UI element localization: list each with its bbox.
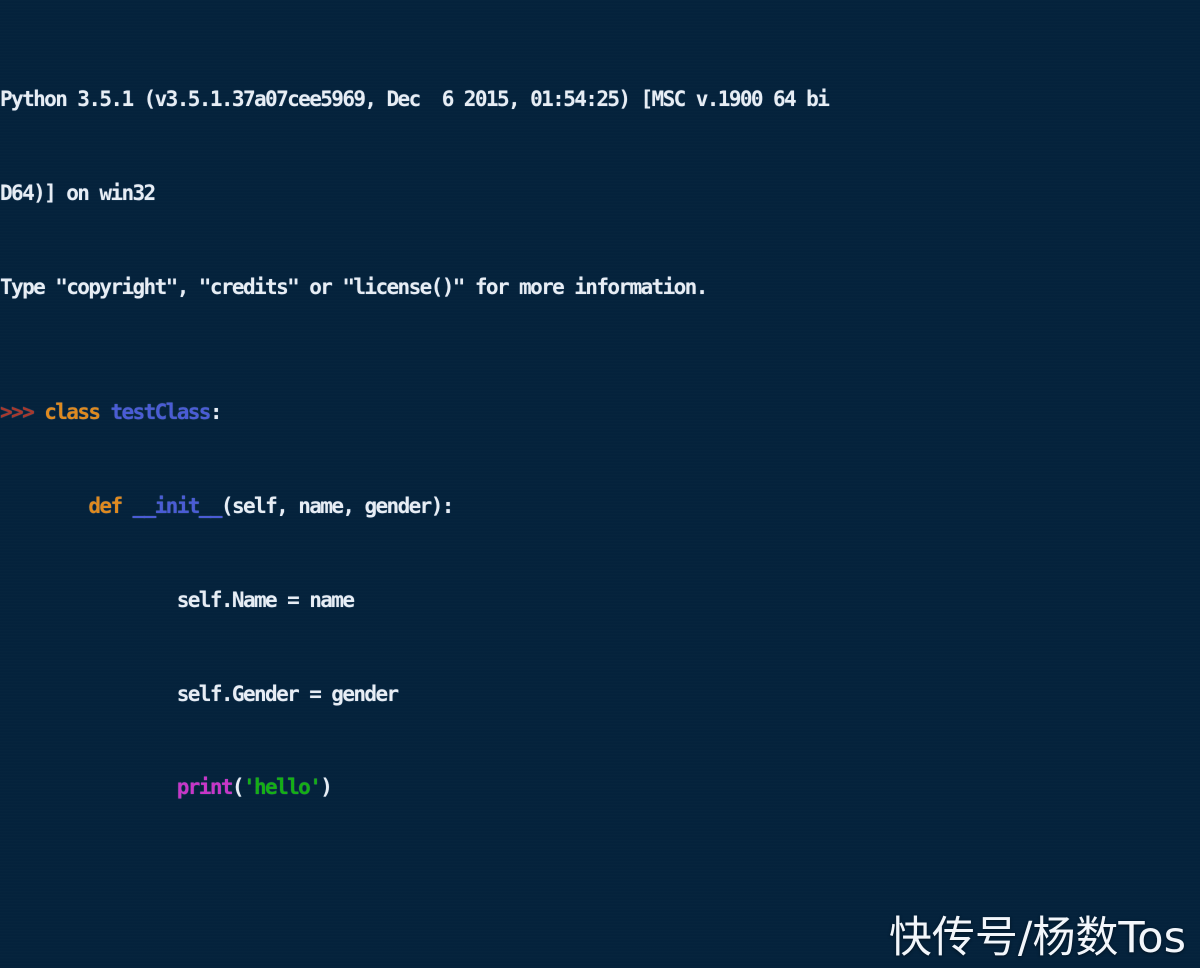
token-str: 'hello': [242, 775, 322, 800]
token-plain: ): [320, 775, 333, 800]
token-plain: :: [209, 399, 223, 424]
token-prompt: >>>: [0, 399, 45, 424]
shell-line-self-name: self.Name = name: [0, 585, 1200, 616]
banner-line-3: Type "copyright", "credits" or "license(…: [0, 274, 708, 299]
shell-line-def-init-1: def __init__(self, name, gender):: [0, 491, 1200, 522]
token-plain: self.Gender = gender: [0, 681, 399, 706]
token-kw: class: [44, 399, 101, 424]
token-plain: (: [231, 775, 245, 800]
token-fn: __init__: [132, 493, 223, 518]
banner-line-2: D64)] on win32: [0, 180, 156, 205]
python-shell-window: Python 3.5.1 (v3.5.1.37a07cee5969, Dec 6…: [0, 0, 1200, 968]
shell-line-class-testclass: >>> class testClass:: [0, 397, 1200, 428]
terminal-output-area[interactable]: Python 3.5.1 (v3.5.1.37a07cee5969, Dec 6…: [0, 0, 1200, 968]
token-clsname: testClass: [110, 399, 211, 424]
banner-line-1: Python 3.5.1 (v3.5.1.37a07cee5969, Dec 6…: [0, 86, 830, 111]
token-kw: def: [88, 493, 123, 518]
token-plain: (self, name, gender):: [220, 493, 455, 518]
watermark-label: 快传号/杨数Tos: [888, 913, 1186, 963]
shell-line-print-hello-1: print('hello'): [0, 772, 1200, 803]
token-plain: self.Name = name: [0, 587, 355, 612]
shell-line-self-gender: self.Gender = gender: [0, 679, 1200, 710]
token-builtin: print: [176, 775, 234, 800]
